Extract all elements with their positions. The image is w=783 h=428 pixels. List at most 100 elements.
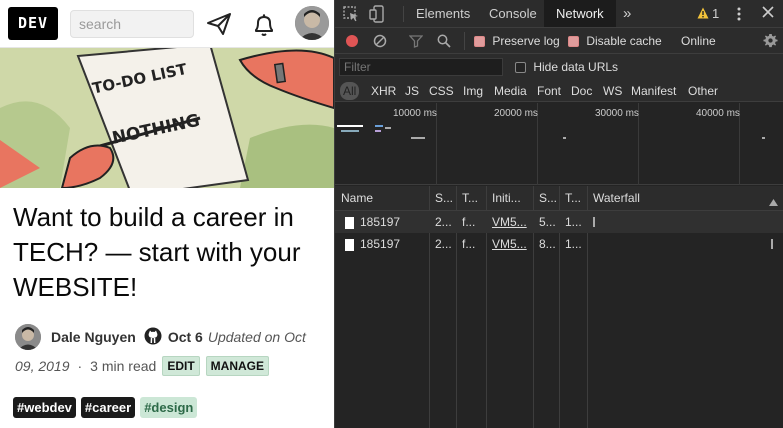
bell-icon[interactable]: [252, 12, 276, 43]
user-avatar[interactable]: [295, 6, 329, 40]
request-status: 2...: [435, 237, 452, 251]
clear-icon[interactable]: [373, 34, 387, 51]
screen: DEV TO-DO LIST NOTHING: [0, 0, 783, 428]
tag-design[interactable]: #design: [140, 397, 198, 418]
col-time[interactable]: T...: [561, 186, 585, 211]
tag-list: #webdev #career #design: [13, 397, 198, 418]
timeline-label-20000: 20000 ms: [494, 108, 538, 119]
search-icon[interactable]: [437, 34, 451, 51]
disable-cache-label: Disable cache: [586, 34, 662, 48]
type-doc[interactable]: Doc: [571, 82, 592, 100]
throttling-select[interactable]: Online: [681, 34, 716, 48]
hide-data-urls-label: Hide data URLs: [533, 60, 619, 74]
author-meta: Dale Nguyen Oct 6 Updated on Oct: [15, 324, 306, 350]
request-time: 1...: [565, 237, 582, 251]
request-type: f...: [462, 215, 476, 229]
timeline-label-40000: 40000 ms: [696, 108, 740, 119]
github-icon[interactable]: [144, 327, 162, 348]
request-size: 8...: [539, 237, 556, 251]
tag-webdev[interactable]: #webdev: [13, 397, 76, 418]
hide-data-urls-toggle[interactable]: Hide data URLs: [515, 60, 618, 74]
col-initiator[interactable]: Initi...: [488, 186, 532, 211]
devtools-panel: Elements Console Network » 1 Preserve lo…: [335, 0, 783, 428]
timeline-bar: [375, 130, 381, 132]
col-type[interactable]: T...: [458, 186, 485, 211]
article-title: Want to build a career in TECH? — start …: [13, 202, 301, 302]
inspect-element-icon[interactable]: [343, 6, 359, 25]
filter-bar: Hide data URLs: [335, 54, 783, 80]
network-toolbar: Preserve log Disable cache Online: [335, 28, 783, 54]
timeline-overview[interactable]: 10000 ms 20000 ms 30000 ms 40000 ms: [335, 103, 783, 185]
timeline-label-10000: 10000 ms: [393, 108, 437, 119]
resource-type-filters: All XHR JS CSS Img Media Font Doc WS Man…: [335, 80, 783, 102]
sort-up-icon[interactable]: [769, 195, 778, 209]
warning-count[interactable]: 1: [712, 0, 719, 27]
timeline-bar: [375, 125, 383, 127]
tab-console[interactable]: Console: [489, 0, 537, 27]
timeline-bar: [341, 130, 359, 132]
type-font[interactable]: Font: [537, 82, 561, 100]
separator-dot: ·: [77, 358, 83, 374]
cover-image: TO-DO LIST NOTHING: [0, 48, 334, 188]
filter-input[interactable]: [339, 58, 503, 76]
request-type: f...: [462, 237, 476, 251]
article-meta-2: 09, 2019 · 3 min read EDIT MANAGE: [15, 356, 270, 376]
record-icon[interactable]: [345, 34, 359, 51]
request-name[interactable]: 185197: [341, 211, 427, 233]
type-ws[interactable]: WS: [603, 82, 622, 100]
disable-cache-checkbox[interactable]: [568, 36, 579, 48]
preserve-log-checkbox[interactable]: [474, 36, 485, 48]
dev-logo[interactable]: DEV: [8, 7, 58, 40]
kebab-menu-icon[interactable]: [736, 7, 742, 24]
manage-button[interactable]: MANAGE: [205, 356, 270, 376]
hide-data-urls-checkbox[interactable]: [515, 62, 526, 74]
type-manifest[interactable]: Manifest: [631, 82, 676, 100]
request-time: 1...: [565, 215, 582, 229]
file-icon: [345, 238, 354, 251]
timeline-bar: [411, 137, 425, 139]
publish-date: Oct 6: [167, 329, 203, 345]
more-tabs-button[interactable]: »: [623, 0, 631, 27]
tab-network[interactable]: Network: [544, 0, 616, 27]
timeline-bar: [762, 137, 765, 139]
waterfall-bar: [593, 217, 595, 227]
type-img[interactable]: Img: [463, 82, 483, 100]
updated-date: 09, 2019: [15, 358, 70, 374]
type-css[interactable]: CSS: [429, 82, 454, 100]
request-row[interactable]: 185197 2... f... VM5... 5... 1...: [335, 211, 783, 233]
article-page: DEV TO-DO LIST NOTHING: [0, 0, 334, 428]
request-initiator-link[interactable]: VM5...: [488, 233, 532, 255]
preserve-log-toggle[interactable]: Preserve log: [474, 34, 560, 48]
send-icon[interactable]: [206, 12, 232, 41]
col-waterfall[interactable]: Waterfall: [589, 186, 749, 211]
close-devtools-icon[interactable]: [762, 6, 774, 21]
devtools-tabbar: Elements Console Network » 1: [335, 0, 783, 28]
type-other[interactable]: Other: [688, 82, 718, 100]
request-row[interactable]: 185197 2... f... VM5... 8... 1...: [335, 233, 783, 255]
warning-icon[interactable]: [697, 7, 709, 22]
col-size[interactable]: S...: [535, 186, 559, 211]
timeline-bar: [337, 125, 363, 127]
author-avatar[interactable]: [15, 324, 41, 350]
request-status: 2...: [435, 215, 452, 229]
edit-button[interactable]: EDIT: [162, 356, 200, 376]
tab-elements[interactable]: Elements: [416, 0, 470, 27]
filter-icon[interactable]: [408, 34, 424, 51]
col-status[interactable]: S...: [431, 186, 457, 211]
type-all[interactable]: All: [340, 82, 360, 100]
settings-gear-icon[interactable]: [763, 33, 778, 51]
request-initiator-link[interactable]: VM5...: [488, 211, 532, 233]
tag-career[interactable]: #career: [80, 397, 136, 418]
file-icon: [345, 216, 354, 229]
device-toolbar-icon[interactable]: [369, 5, 387, 26]
preserve-log-label: Preserve log: [492, 34, 560, 48]
search-input[interactable]: [70, 10, 194, 38]
read-time: 3 min read: [90, 358, 157, 374]
request-name[interactable]: 185197: [341, 233, 427, 255]
col-name[interactable]: Name: [337, 186, 427, 211]
type-media[interactable]: Media: [494, 82, 527, 100]
author-name[interactable]: Dale Nguyen: [51, 329, 136, 345]
type-js[interactable]: JS: [405, 82, 419, 100]
type-xhr[interactable]: XHR: [371, 82, 396, 100]
disable-cache-toggle[interactable]: Disable cache: [568, 34, 662, 48]
